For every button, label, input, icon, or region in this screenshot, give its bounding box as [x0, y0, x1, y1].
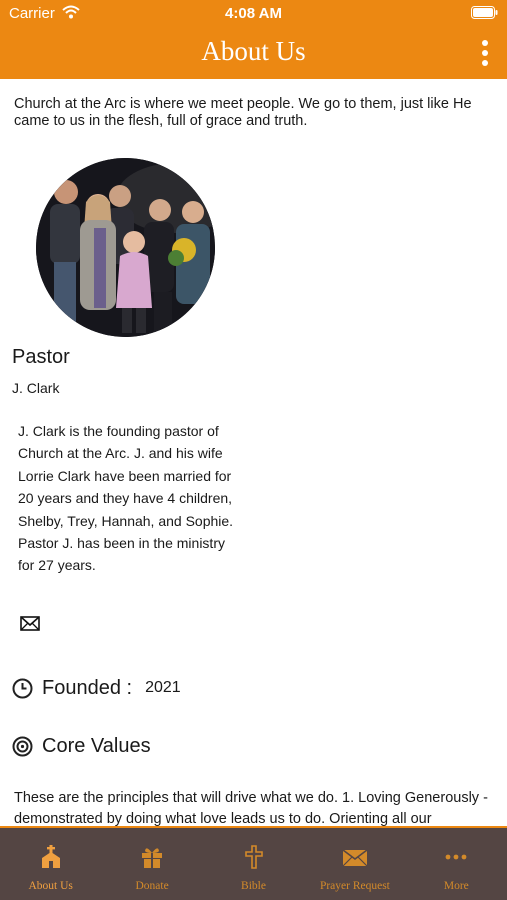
tab-label-bible: Bible	[241, 880, 266, 892]
pastor-name: J. Clark	[12, 380, 60, 396]
pastor-family-photo	[36, 158, 215, 337]
tab-donate[interactable]: Donate	[101, 828, 202, 900]
envelope-icon	[342, 849, 368, 867]
tab-label-prayer-request: Prayer Request	[319, 880, 390, 892]
status-bar: Carrier 4:08 AM	[0, 0, 507, 28]
tab-label-donate: Donate	[135, 880, 169, 892]
founded-value: 2021	[145, 679, 181, 696]
tab-more[interactable]: More	[406, 828, 507, 900]
header: Carrier 4:08 AM About Us	[0, 0, 507, 79]
more-vertical-icon[interactable]	[477, 40, 493, 66]
more-horizontal-icon	[445, 854, 467, 860]
tab-label-about-us: About Us	[28, 880, 73, 892]
target-icon	[12, 736, 33, 756]
tab-about-us[interactable]: About Us	[0, 828, 101, 900]
core-values-text: These are the principles that will drive…	[14, 790, 488, 826]
mail-icon[interactable]	[20, 616, 40, 631]
intro-text: Church at the Arc is where we meet peopl…	[14, 96, 472, 129]
tab-label-more: More	[443, 880, 469, 892]
tab-bar: About Us Donate Bible Prayer Request Mor…	[0, 826, 507, 900]
gift-icon	[142, 848, 163, 868]
core-values-row: Core Values	[12, 734, 151, 758]
page-title: About Us	[201, 36, 306, 66]
pastor-heading: Pastor	[12, 346, 70, 368]
battery-icon	[471, 6, 498, 19]
tab-prayer-request[interactable]: Prayer Request	[304, 828, 405, 900]
founded-label: Founded :	[42, 676, 133, 699]
pastor-bio: J. Clark is the founding pastor of Churc…	[18, 423, 234, 574]
core-values-heading: Core Values	[42, 734, 151, 757]
tab-bible[interactable]: Bible	[203, 828, 304, 900]
cross-icon	[244, 845, 263, 869]
church-icon	[41, 845, 60, 868]
clock-icon	[12, 678, 33, 698]
founded-row: Founded : 2021	[12, 676, 181, 700]
status-time: 4:08 AM	[225, 5, 282, 22]
